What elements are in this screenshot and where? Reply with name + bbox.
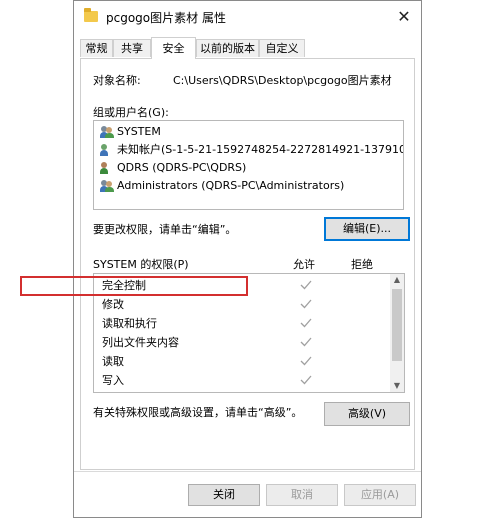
list-item-label: SYSTEM <box>117 125 161 138</box>
apply-button[interactable]: 应用(A) <box>344 484 416 506</box>
folder-icon <box>84 8 98 22</box>
permission-row: 读取和执行 <box>102 314 157 333</box>
allow-check-icon <box>300 276 312 295</box>
list-item-label: 未知帐户(S-1-5-21-1592748254-2272814921-1379… <box>117 143 403 156</box>
advanced-hint: 有关特殊权限或高级设置，请单击“高级”。 <box>93 406 303 419</box>
tab-general[interactable]: 常规 <box>80 39 113 57</box>
full-control-highlight <box>20 276 248 296</box>
permission-name: 读取 <box>102 355 124 368</box>
cancel-button[interactable]: 取消 <box>266 484 338 506</box>
permission-row: 读取 <box>102 352 124 371</box>
permissions-label: SYSTEM 的权限(P) <box>93 258 189 271</box>
scroll-thumb[interactable] <box>392 289 402 361</box>
close-icon[interactable]: ✕ <box>387 1 421 33</box>
permission-name: 写入 <box>102 374 124 387</box>
deny-column-header: 拒绝 <box>351 258 373 271</box>
groups-label: 组或用户名(G): <box>93 106 169 119</box>
user-icon <box>100 162 114 174</box>
allow-column-header: 允许 <box>293 258 315 271</box>
groups-list[interactable]: SYSTEM 未知帐户(S-1-5-21-1592748254-22728149… <box>93 120 404 210</box>
allow-check-icon <box>300 371 312 390</box>
permission-name: 修改 <box>102 298 124 311</box>
tab-security[interactable]: 安全 <box>151 37 196 59</box>
permission-name: 读取和执行 <box>102 317 157 330</box>
group-icon <box>100 126 114 138</box>
permission-name: 列出文件夹内容 <box>102 336 179 349</box>
tab-customize[interactable]: 自定义 <box>259 39 305 57</box>
tab-sharing[interactable]: 共享 <box>113 39 151 57</box>
permission-row: 写入 <box>102 371 124 390</box>
object-name-value: C:\Users\QDRS\Desktop\pcgogo图片素材 <box>173 74 392 87</box>
list-item[interactable]: QDRS (QDRS-PC\QDRS) <box>100 159 246 177</box>
list-item[interactable]: SYSTEM <box>100 123 161 141</box>
permission-row: 列出文件夹内容 <box>102 333 179 352</box>
allow-check-icon <box>300 333 312 352</box>
edit-button[interactable]: 编辑(E)... <box>324 217 410 241</box>
permission-row: 修改 <box>102 295 124 314</box>
object-name-label: 对象名称: <box>93 74 141 87</box>
scroll-down-icon[interactable]: ▼ <box>390 380 404 392</box>
security-panel: 对象名称: C:\Users\QDRS\Desktop\pcgogo图片素材 组… <box>80 58 415 470</box>
title-bar[interactable]: pcgogo图片素材 属性 ✕ <box>74 1 421 33</box>
window-title: pcgogo图片素材 属性 <box>106 11 226 25</box>
change-permission-hint: 要更改权限，请单击“编辑”。 <box>93 223 237 236</box>
list-item-label: QDRS (QDRS-PC\QDRS) <box>117 161 247 174</box>
properties-dialog: pcgogo图片素材 属性 ✕ 常规 共享 安全 以前的版本 自定义 对象名称:… <box>73 0 422 518</box>
list-item[interactable]: Administrators (QDRS-PC\Administrators) <box>100 177 344 195</box>
advanced-button[interactable]: 高级(V) <box>324 402 410 426</box>
unknown-user-icon <box>100 144 114 156</box>
scroll-up-icon[interactable]: ▲ <box>390 274 404 286</box>
group-icon <box>100 180 114 192</box>
allow-check-icon <box>300 295 312 314</box>
close-button[interactable]: 关闭 <box>188 484 260 506</box>
list-item[interactable]: 未知帐户(S-1-5-21-1592748254-2272814921-1379… <box>100 141 403 159</box>
tab-previous-versions[interactable]: 以前的版本 <box>196 39 259 57</box>
permissions-scrollbar[interactable]: ▲ ▼ <box>390 274 404 392</box>
list-item-label: Administrators (QDRS-PC\Administrators) <box>117 179 345 192</box>
allow-check-icon <box>300 314 312 333</box>
allow-check-icon <box>300 352 312 371</box>
footer-divider <box>74 471 421 472</box>
